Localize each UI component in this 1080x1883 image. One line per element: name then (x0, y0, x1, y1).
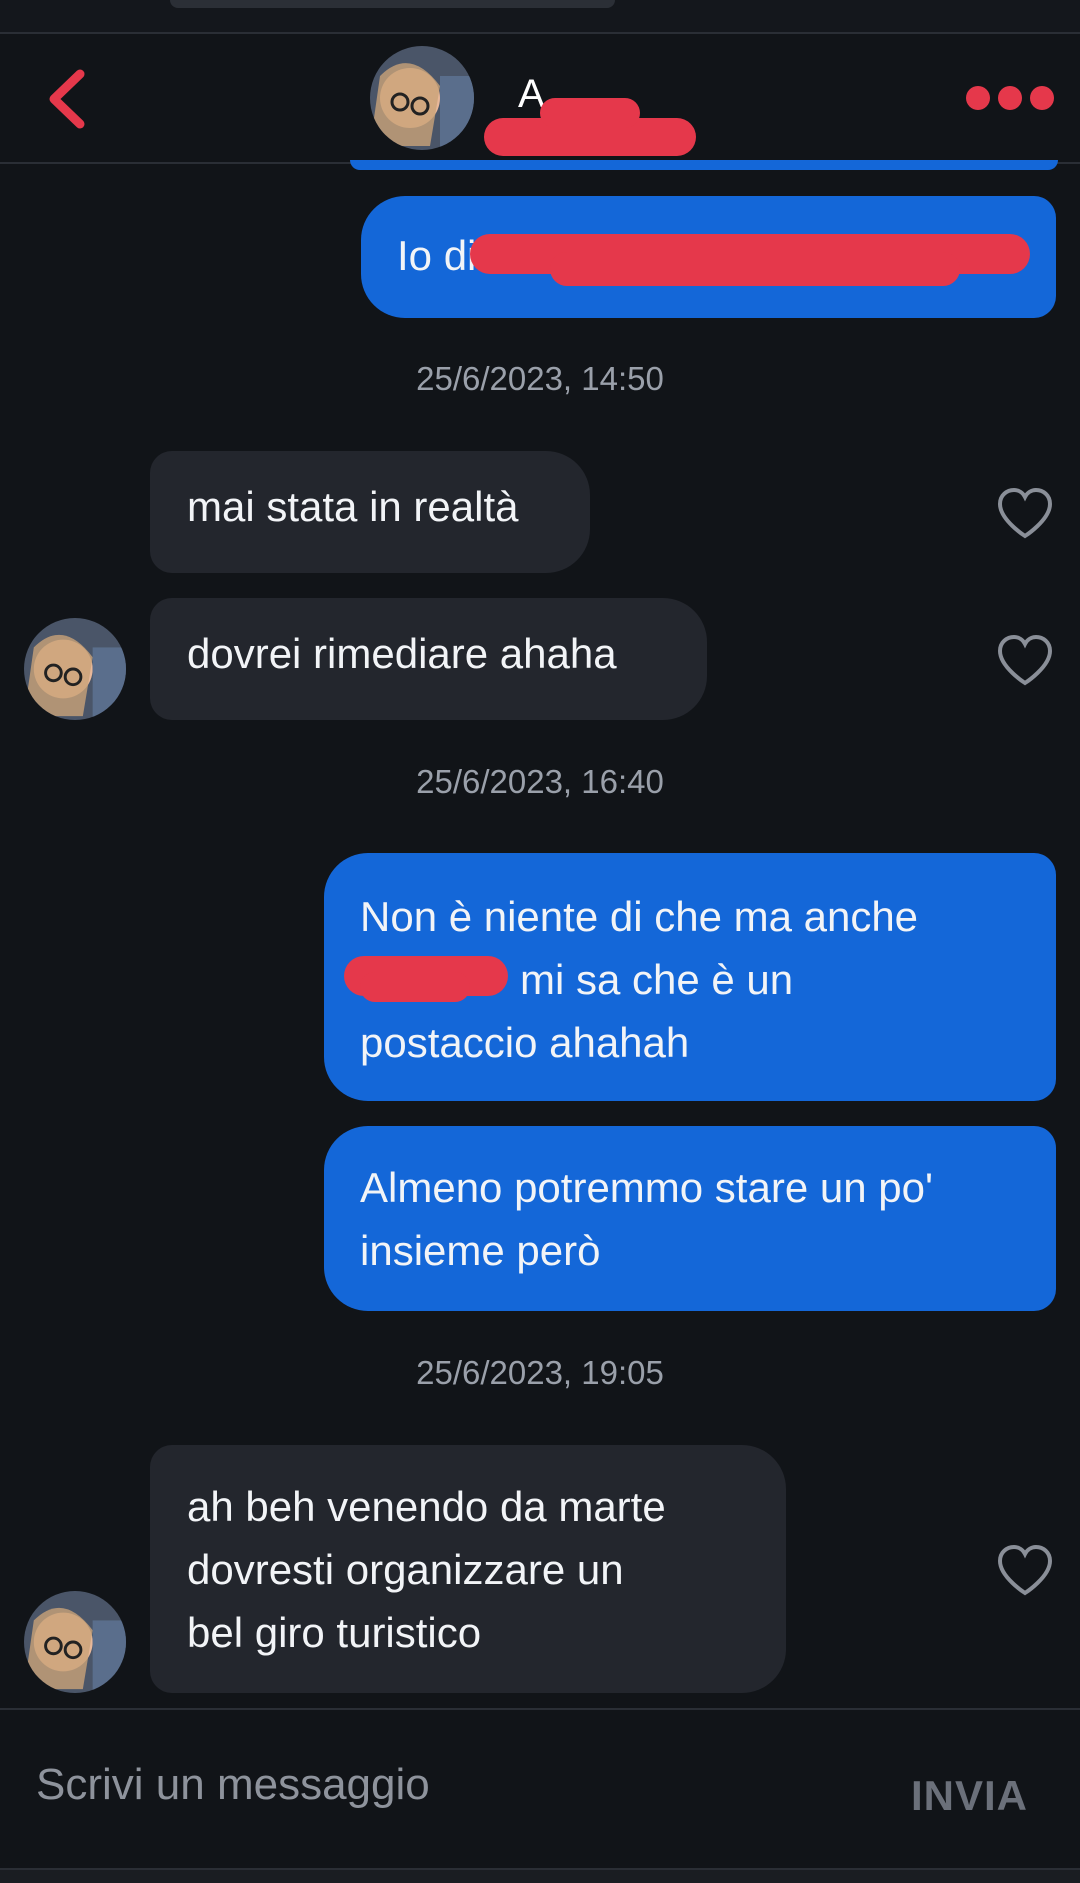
more-dots-icon (998, 86, 1022, 110)
more-dots-icon (1030, 86, 1054, 110)
back-chevron-icon (49, 69, 85, 129)
timestamp: 25/6/2023, 16:40 (416, 763, 664, 800)
status-strip (0, 0, 1080, 34)
heart-icon[interactable] (996, 633, 1054, 687)
message-text-line: insieme però (360, 1227, 601, 1274)
message-text-line: postaccio ahahah (360, 1019, 690, 1066)
message-text-line: Non è niente di che ma anche (360, 893, 919, 940)
message-text: Io di (397, 232, 477, 279)
redaction-mark (360, 972, 470, 1002)
timestamp: 25/6/2023, 14:50 (416, 360, 664, 397)
message-composer: INVIA (0, 1708, 1080, 1870)
heart-icon[interactable] (996, 486, 1054, 540)
message-input[interactable] (36, 1746, 816, 1824)
timestamp: 25/6/2023, 19:05 (416, 1354, 664, 1391)
message-bubble-sent-partial (350, 160, 1058, 170)
chat-screen: A Io di 25/6/2023, 14:50 mai stata in re… (0, 0, 1080, 1883)
back-button[interactable] (36, 64, 106, 134)
message-bubble-received[interactable]: dovrei rimediare ahaha (150, 598, 707, 720)
message-text-line: ah beh venendo da marte (187, 1483, 666, 1530)
contact-avatar-small[interactable] (24, 1591, 126, 1693)
more-options-button[interactable] (966, 82, 1054, 114)
chat-header: A (0, 34, 1080, 164)
message-bubble-sent[interactable]: Almeno potremmo stare un po' insieme per… (324, 1126, 1056, 1311)
more-dots-icon (966, 86, 990, 110)
contact-avatar[interactable] (370, 46, 474, 150)
message-bubble-received[interactable]: mai stata in realtà (150, 451, 590, 573)
redaction-mark (550, 252, 960, 286)
redaction-mark (540, 98, 640, 128)
message-text-line: bel giro turistico (187, 1609, 482, 1656)
message-text: mi sa che è un (520, 956, 794, 1003)
message-text: mai stata in realtà (187, 483, 519, 530)
send-button[interactable]: INVIA (911, 1772, 1028, 1820)
message-text: dovrei rimediare ahaha (187, 630, 617, 677)
message-bubble-received[interactable]: ah beh venendo da marte dovresti organiz… (150, 1445, 786, 1693)
contact-avatar-small[interactable] (24, 618, 126, 720)
heart-icon[interactable] (996, 1543, 1054, 1597)
notch-pill (170, 0, 615, 8)
message-text-line: Almeno potremmo stare un po' (360, 1164, 933, 1211)
bottom-bar (0, 1868, 1080, 1883)
message-text-line: dovresti organizzare un (187, 1546, 624, 1593)
